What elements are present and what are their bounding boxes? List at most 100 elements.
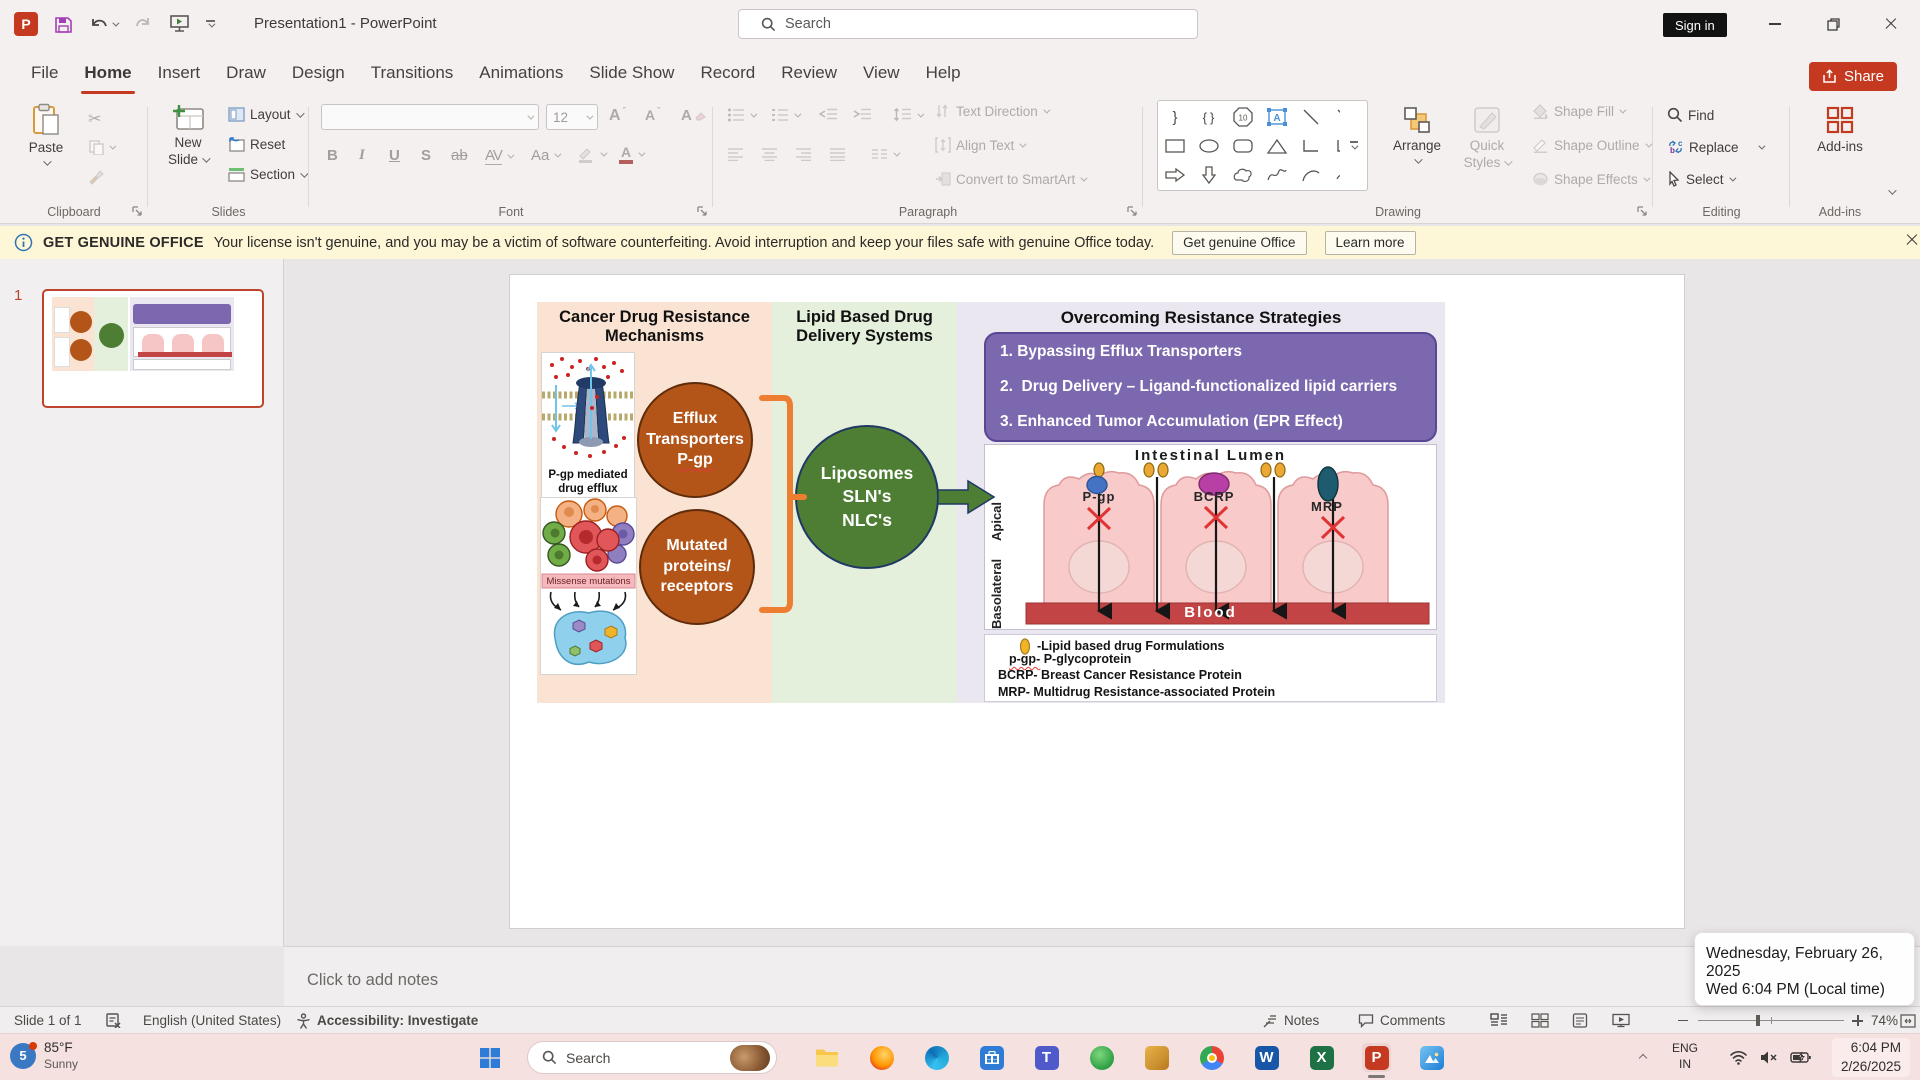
- convert-to-smartart-button[interactable]: Convert to SmartArt: [935, 171, 1085, 187]
- liposomes-circle[interactable]: Liposomes SLN's NLC's: [795, 425, 939, 569]
- new-slide-button[interactable]: New Slide: [160, 103, 216, 169]
- font-dialog-launcher[interactable]: [695, 204, 709, 218]
- align-center-button[interactable]: [761, 147, 778, 161]
- language-switcher[interactable]: ENGIN: [1672, 1041, 1698, 1072]
- spell-check-button[interactable]: [106, 1007, 122, 1034]
- clear-formatting-button[interactable]: A: [681, 107, 706, 124]
- pgp-efflux-image[interactable]: P-gp mediated drug efflux: [541, 352, 635, 502]
- change-case-button[interactable]: Aa: [531, 147, 559, 164]
- shape-effects-button[interactable]: Shape Effects: [1532, 171, 1648, 187]
- cut-button[interactable]: ✂: [88, 109, 101, 129]
- battery-icon[interactable]: [1786, 1043, 1815, 1072]
- minimize-button[interactable]: [1746, 0, 1804, 48]
- format-painter-button[interactable]: [88, 169, 104, 185]
- learn-more-button[interactable]: Learn more: [1325, 231, 1416, 255]
- align-right-button[interactable]: [795, 147, 812, 161]
- numbering-button[interactable]: [771, 107, 799, 123]
- slide-sorter-view-button[interactable]: [1531, 1007, 1549, 1034]
- tab-animations[interactable]: Animations: [466, 48, 576, 97]
- tab-home[interactable]: Home: [71, 48, 144, 97]
- font-name-combo[interactable]: [321, 104, 539, 130]
- sign-in-button[interactable]: Sign in: [1663, 13, 1727, 37]
- restore-button[interactable]: [1804, 0, 1862, 48]
- tab-transitions[interactable]: Transitions: [358, 48, 467, 97]
- shape-decagon[interactable]: 10: [1228, 103, 1258, 131]
- word-icon[interactable]: W: [1252, 1043, 1281, 1072]
- increase-indent-button[interactable]: [853, 107, 872, 122]
- notes-toggle-button[interactable]: Notes: [1262, 1007, 1319, 1034]
- clipboard-dialog-launcher[interactable]: [130, 204, 144, 218]
- amber-app-icon[interactable]: [1142, 1043, 1171, 1072]
- panel-lipid-delivery[interactable]: Lipid Based Drug Delivery Systems Liposo…: [772, 302, 957, 703]
- find-button[interactable]: Find: [1667, 107, 1714, 123]
- shrink-font-button[interactable]: Aˇ: [645, 107, 660, 123]
- replace-button[interactable]: bc Replace: [1667, 139, 1763, 155]
- line-spacing-button[interactable]: [893, 107, 922, 123]
- accessibility-checker[interactable]: Accessibility: Investigate: [296, 1007, 478, 1034]
- bullets-button[interactable]: [727, 107, 755, 123]
- underline-button[interactable]: U: [389, 147, 400, 164]
- collapse-ribbon-button[interactable]: [1888, 189, 1894, 195]
- paragraph-dialog-launcher[interactable]: [1125, 204, 1139, 218]
- columns-button[interactable]: [871, 147, 898, 161]
- search-highlight-image[interactable]: [730, 1045, 770, 1071]
- shape-outline-button[interactable]: Shape Outline: [1532, 137, 1650, 153]
- shape-rounded-rectangle[interactable]: [1228, 132, 1258, 160]
- shape-freeform[interactable]: [1262, 161, 1292, 189]
- comments-toggle-button[interactable]: Comments: [1358, 1007, 1445, 1034]
- tab-record[interactable]: Record: [687, 48, 768, 97]
- tab-help[interactable]: Help: [913, 48, 974, 97]
- align-text-button[interactable]: Align Text: [935, 137, 1024, 153]
- zoom-level[interactable]: 74%: [1871, 1007, 1898, 1034]
- tab-review[interactable]: Review: [768, 48, 850, 97]
- layout-button[interactable]: Layout: [228, 107, 302, 122]
- customize-quick-access-button[interactable]: [206, 20, 215, 28]
- shape-right-brace[interactable]: }: [1160, 103, 1190, 131]
- weather-widget[interactable]: 5 85°FSunny: [10, 1040, 78, 1072]
- shape-text-box[interactable]: A: [1262, 103, 1292, 131]
- diagram-legend[interactable]: -Lipid based drug Formulations p-gp- P-g…: [984, 634, 1437, 702]
- taskbar-search-box[interactable]: Search: [527, 1041, 777, 1074]
- arrange-button[interactable]: Arrange: [1384, 105, 1450, 164]
- reset-button[interactable]: Reset: [228, 137, 285, 152]
- text-shadow-button[interactable]: S: [421, 147, 431, 164]
- zoom-slider-thumb[interactable]: [1756, 1015, 1760, 1026]
- hidden-icons-chevron[interactable]: [1628, 1043, 1657, 1072]
- bold-button[interactable]: B: [327, 147, 338, 164]
- fit-slide-button[interactable]: [1900, 1007, 1916, 1034]
- highlight-color-button[interactable]: [577, 145, 605, 163]
- powerpoint-taskbar-icon[interactable]: P: [1362, 1043, 1391, 1072]
- mutated-proteins-circle[interactable]: Mutated proteins/ receptors: [639, 509, 755, 625]
- shape-down-block-arrow[interactable]: [1194, 161, 1224, 189]
- firefox-icon[interactable]: [867, 1043, 896, 1072]
- reading-view-button[interactable]: [1572, 1007, 1588, 1034]
- volume-muted-icon[interactable]: [1754, 1043, 1783, 1072]
- excel-icon[interactable]: X: [1307, 1043, 1336, 1072]
- shapes-gallery-more-button[interactable]: [1340, 100, 1368, 191]
- shape-oval[interactable]: [1194, 132, 1224, 160]
- chrome-icon[interactable]: [1197, 1043, 1226, 1072]
- strikethrough-button[interactable]: ab: [451, 147, 468, 164]
- shape-braces[interactable]: { }: [1194, 103, 1224, 131]
- tab-slide-show[interactable]: Slide Show: [576, 48, 687, 97]
- italic-button[interactable]: I: [359, 147, 365, 164]
- font-color-button[interactable]: A: [619, 145, 643, 164]
- slide-canvas[interactable]: Cancer Drug Resistance Mechanisms: [510, 275, 1684, 928]
- tab-view[interactable]: View: [850, 48, 913, 97]
- slide-thumbnail[interactable]: [42, 289, 264, 408]
- share-button[interactable]: Share: [1809, 62, 1897, 91]
- font-size-combo[interactable]: 12: [546, 104, 598, 130]
- redo-button[interactable]: [133, 15, 153, 33]
- shape-triangle[interactable]: [1262, 132, 1292, 160]
- strategies-box[interactable]: 1. Bypassing Efflux Transporters 2. Drug…: [984, 332, 1437, 442]
- addins-button[interactable]: Add-ins: [1812, 105, 1868, 156]
- shape-rectangle[interactable]: [1160, 132, 1190, 160]
- shape-line[interactable]: [1296, 103, 1326, 131]
- shape-right-block-arrow[interactable]: [1160, 161, 1190, 189]
- shape-elbow-connector[interactable]: [1296, 132, 1326, 160]
- taskbar-clock[interactable]: 6:04 PM 2/26/2025: [1832, 1038, 1910, 1077]
- edge-icon[interactable]: [922, 1043, 951, 1072]
- undo-button[interactable]: [89, 15, 117, 33]
- photos-icon[interactable]: [1417, 1043, 1446, 1072]
- start-button[interactable]: [475, 1043, 504, 1072]
